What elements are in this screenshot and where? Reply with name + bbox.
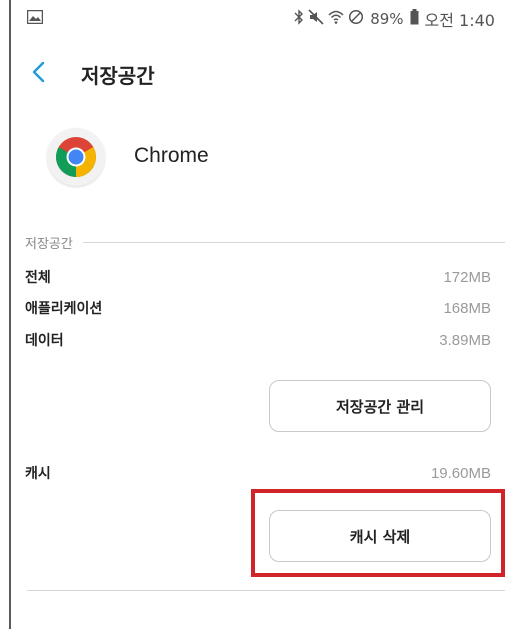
row-value: 168MB [443, 299, 491, 317]
manage-storage-button[interactable]: 저장공간 관리 [269, 380, 491, 432]
status-bar: 89% 오전 1:40 [11, 0, 505, 36]
app-info-screen: 89% 오전 1:40 저장공간 Chrome 저장공간 전체 172MB 애플… [9, 0, 505, 629]
row-value: 3.89MB [439, 331, 491, 349]
bluetooth-icon [294, 9, 304, 29]
clock: 오전 1:40 [424, 11, 495, 30]
storage-row-data: 데이터 3.89MB [25, 329, 491, 351]
back-arrow-icon [31, 61, 45, 87]
bottom-divider [27, 590, 505, 591]
do-not-disturb-icon [348, 9, 364, 29]
chrome-icon [47, 128, 105, 186]
app-name: Chrome [134, 144, 209, 167]
battery-icon [410, 9, 419, 29]
section-divider [82, 241, 505, 243]
cache-row: 캐시 19.60MB [25, 462, 491, 484]
highlight-box [251, 489, 505, 577]
page-title: 저장공간 [81, 64, 155, 88]
status-right: 89% 오전 1:40 [294, 7, 495, 31]
app-bar: 저장공간 [11, 48, 505, 98]
row-value: 172MB [443, 268, 491, 286]
cache-label: 캐시 [25, 466, 51, 482]
storage-row-application: 애플리케이션 168MB [25, 297, 491, 319]
storage-section-header: 저장공간 [25, 232, 505, 252]
row-label: 전체 [25, 270, 51, 286]
gallery-notification-icon [26, 9, 44, 25]
wifi-icon [328, 9, 344, 29]
battery-percent: 89% [370, 10, 404, 28]
mute-icon [308, 9, 324, 29]
app-header-row: Chrome [11, 126, 505, 190]
row-label: 데이터 [25, 333, 64, 349]
section-label: 저장공간 [25, 236, 73, 252]
back-button[interactable] [25, 60, 51, 88]
row-label: 애플리케이션 [25, 301, 103, 317]
cache-value: 19.60MB [430, 464, 491, 482]
storage-row-total: 전체 172MB [25, 266, 491, 288]
